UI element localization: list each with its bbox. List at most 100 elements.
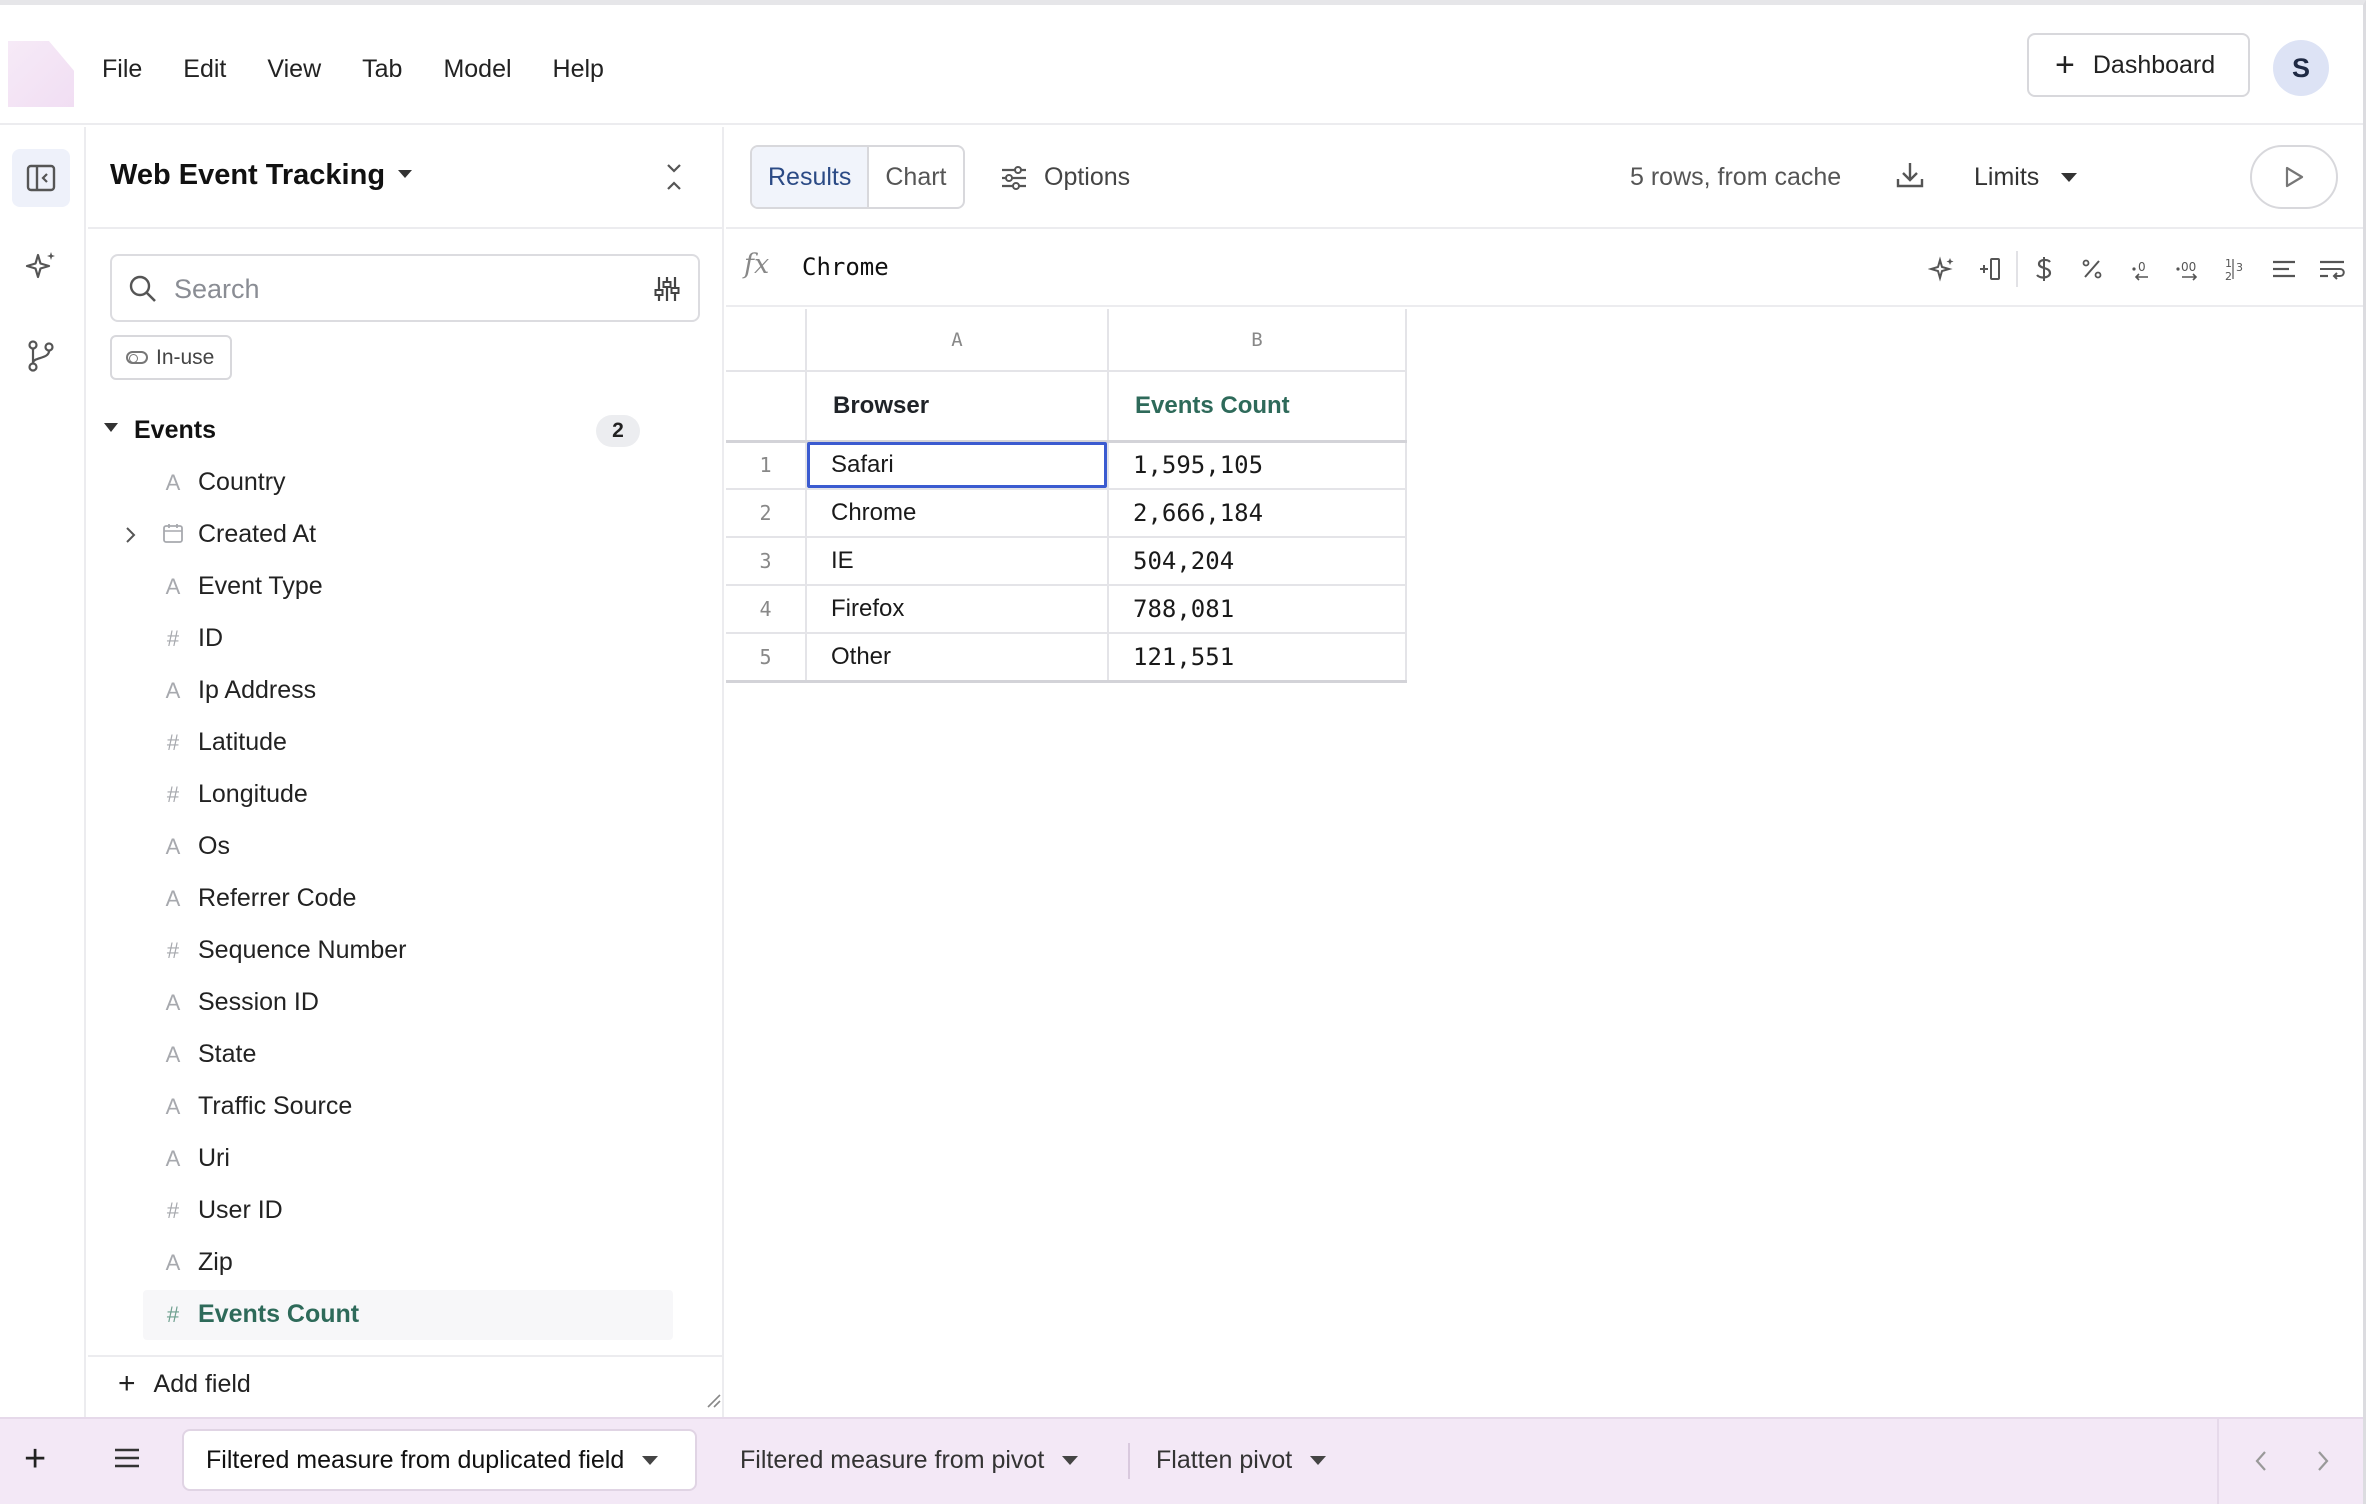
field-item[interactable]: A Zip: [88, 1238, 724, 1290]
field-item[interactable]: Created At: [88, 510, 724, 562]
currency-format-button[interactable]: [2020, 251, 2068, 287]
field-name: Sequence Number: [198, 936, 407, 964]
field-item[interactable]: A Country: [88, 458, 724, 510]
align-left-icon: [2273, 260, 2295, 278]
ai-format-button[interactable]: [1918, 251, 1966, 287]
field-item[interactable]: A Os: [88, 822, 724, 874]
chevron-left-icon[interactable]: [2251, 1447, 2271, 1475]
sidebar-toggle-button[interactable]: [12, 149, 70, 207]
field-item[interactable]: # ID: [88, 614, 724, 666]
increase-decimals-button[interactable]: 00: [2164, 251, 2212, 287]
percent-format-button[interactable]: [2068, 251, 2116, 287]
string-type-icon: A: [165, 470, 181, 495]
dashboard-label: Dashboard: [2092, 50, 2216, 79]
wrap-text-button[interactable]: [2308, 251, 2356, 287]
menu-tab[interactable]: Tab: [362, 51, 402, 87]
add-tab-button[interactable]: +: [24, 1439, 46, 1479]
column-letter-row: A B: [726, 309, 1407, 372]
field-item[interactable]: # User ID: [88, 1186, 724, 1238]
string-type-icon: A: [165, 678, 181, 703]
menu-view[interactable]: View: [267, 51, 321, 87]
menu-edit[interactable]: Edit: [183, 51, 226, 87]
main-menu: File Edit View Tab Model Help: [102, 51, 645, 87]
user-avatar[interactable]: S: [2273, 40, 2329, 96]
add-field-button[interactable]: + Add field: [118, 1369, 251, 1399]
string-type-icon: A: [165, 834, 181, 859]
field-item[interactable]: A Traffic Source: [88, 1082, 724, 1134]
left-icon-rail: [0, 127, 86, 1417]
number-type-icon: #: [166, 938, 180, 963]
run-query-button[interactable]: [2250, 145, 2338, 209]
cell-events-count[interactable]: 504,204: [1107, 536, 1407, 586]
add-dashboard-button[interactable]: + Dashboard: [2027, 33, 2250, 97]
field-name: User ID: [198, 1196, 283, 1224]
search-input[interactable]: [174, 268, 634, 310]
caret-down-icon: [104, 423, 118, 432]
column-letter-a[interactable]: A: [805, 309, 1109, 372]
column-letter-b[interactable]: B: [1107, 309, 1407, 372]
caret-down-icon[interactable]: [1310, 1455, 1327, 1465]
cell-events-count[interactable]: 1,595,105: [1107, 440, 1407, 490]
field-name: Zip: [198, 1248, 233, 1276]
menu-help[interactable]: Help: [553, 51, 604, 87]
resize-handle-icon[interactable]: [706, 1393, 722, 1409]
column-header-browser[interactable]: Browser: [805, 370, 1109, 443]
caret-down-icon[interactable]: [396, 167, 414, 181]
field-item[interactable]: # Latitude: [88, 718, 724, 770]
number-format-button[interactable]: 132: [2212, 251, 2260, 287]
in-use-filter-chip[interactable]: In-use: [110, 335, 233, 380]
group-events[interactable]: Events 2: [102, 413, 712, 453]
cell-browser[interactable]: Chrome: [805, 488, 1109, 538]
field-name: Event Type: [198, 572, 323, 600]
align-button[interactable]: [2260, 251, 2308, 287]
number-type-icon: #: [166, 1198, 180, 1223]
collapse-all-icon[interactable]: [662, 161, 686, 193]
field-name: Longitude: [198, 780, 308, 808]
model-title[interactable]: Web Event Tracking: [110, 159, 385, 192]
column-header-events-count[interactable]: Events Count: [1107, 370, 1407, 443]
workbook-tab-filtered-measure-pivot[interactable]: Filtered measure from pivot: [718, 1429, 1079, 1491]
chevron-right-icon[interactable]: [122, 522, 140, 548]
cell-browser[interactable]: Safari: [805, 440, 1109, 490]
menu-model[interactable]: Model: [443, 51, 511, 87]
field-list: A Country Created At A Event Type # ID A Ip Addr…: [88, 458, 724, 1342]
cell-events-count[interactable]: 2,666,184: [1107, 488, 1407, 538]
field-item[interactable]: A Uri: [88, 1134, 724, 1186]
limits-dropdown[interactable]: Limits: [1974, 163, 2078, 192]
chevron-right-icon[interactable]: [2313, 1447, 2333, 1475]
git-branch-icon: [28, 340, 54, 372]
tab-label: Filtered measure from pivot: [740, 1445, 1045, 1474]
ai-assistant-button[interactable]: [12, 237, 70, 295]
field-item[interactable]: # Sequence Number: [88, 926, 724, 978]
insert-column-button[interactable]: [1966, 251, 2014, 287]
caret-down-icon[interactable]: [642, 1455, 659, 1465]
caret-down-icon[interactable]: [1062, 1455, 1079, 1465]
options-button[interactable]: Options: [1000, 163, 1130, 192]
field-item[interactable]: A Ip Address: [88, 666, 724, 718]
field-item[interactable]: A Session ID: [88, 978, 724, 1030]
field-item[interactable]: A Event Type: [88, 562, 724, 614]
cell-browser[interactable]: Firefox: [805, 584, 1109, 634]
field-item[interactable]: # Events Count: [88, 1290, 724, 1342]
menu-file[interactable]: File: [102, 51, 142, 87]
download-icon[interactable]: [1894, 159, 1926, 191]
cell-events-count[interactable]: 788,081: [1107, 584, 1407, 634]
caret-down-icon: [2061, 173, 2078, 182]
tab-results[interactable]: Results: [752, 147, 870, 207]
field-item[interactable]: A Referrer Code: [88, 874, 724, 926]
cell-browser[interactable]: IE: [805, 536, 1109, 586]
cell-browser[interactable]: Other: [805, 632, 1109, 683]
workbook-tab-flatten-pivot[interactable]: Flatten pivot: [1134, 1429, 1327, 1491]
workbook-tab-filtered-measure-duplicated[interactable]: Filtered measure from duplicated field: [182, 1429, 697, 1491]
cell-events-count[interactable]: 121,551: [1107, 632, 1407, 683]
filter-settings-icon[interactable]: [652, 274, 682, 304]
field-item[interactable]: # Longitude: [88, 770, 724, 822]
tab-list-menu-icon[interactable]: [112, 1445, 142, 1471]
formula-value[interactable]: Chrome: [802, 253, 889, 281]
number-type-icon: #: [166, 730, 180, 755]
tab-chart[interactable]: Chart: [869, 147, 962, 207]
field-item[interactable]: A State: [88, 1030, 724, 1082]
decrease-decimals-button[interactable]: 0: [2116, 251, 2164, 287]
field-name: Ip Address: [198, 676, 317, 704]
git-branch-button[interactable]: [12, 327, 70, 385]
